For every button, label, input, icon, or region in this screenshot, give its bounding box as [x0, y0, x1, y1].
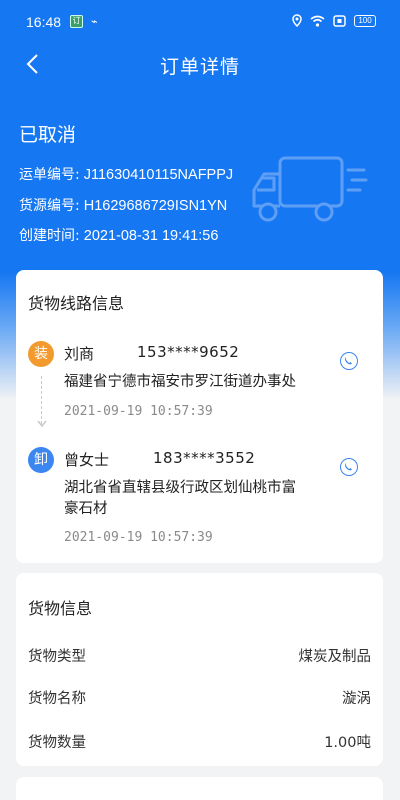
route-connector — [41, 376, 42, 424]
cargo-name-value: 漩涡 — [342, 691, 371, 707]
route-arrow-icon — [37, 420, 47, 428]
sim-icon — [333, 14, 346, 27]
app-notification-icon: 订 — [70, 15, 83, 28]
unload-badge: 卸 — [28, 447, 54, 473]
order-status: 已取消 — [19, 124, 77, 146]
status-time: 16:48 — [26, 14, 62, 30]
truck-icon — [252, 156, 368, 222]
created-value: 2021-08-31 19:41:56 — [83, 228, 219, 244]
unload-phone-icon[interactable] — [340, 458, 358, 476]
next-card — [16, 777, 383, 800]
unload-time: 2021-09-19 10:57:39 — [64, 530, 213, 545]
navbar: 订单详情 — [0, 44, 400, 88]
cargo-type-value: 煤炭及制品 — [298, 649, 372, 665]
unload-address-line1: 湖北省省直辖县级行政区划仙桃市富 — [64, 480, 296, 496]
cargo-name-label: 货物名称 — [28, 691, 86, 707]
load-badge: 装 — [28, 341, 54, 367]
cargo-quantity-label: 货物数量 — [28, 735, 86, 751]
unload-address-line2: 豪石材 — [64, 501, 108, 517]
route-card-title: 货物线路信息 — [28, 294, 125, 313]
battery-icon: 100 — [354, 14, 376, 27]
location-icon — [292, 14, 302, 27]
route-card: 货物线路信息 装 刘商 153****9652 福建省宁德市福安市罗江街道办事处… — [16, 270, 383, 563]
unload-contact-name: 曾女士 — [64, 451, 110, 469]
created-label: 创建时间: — [19, 228, 80, 244]
usb-icon: ⌁ — [91, 14, 98, 28]
load-phone-icon[interactable] — [340, 352, 358, 370]
waybill-label: 运单编号: — [19, 167, 80, 183]
waybill-value: J11630410115NAFPPJ — [83, 167, 234, 183]
created-row: 创建时间: 2021-08-31 19:41:56 — [19, 225, 218, 245]
cargo-card-title: 货物信息 — [28, 599, 93, 618]
waybill-row: 运单编号: J11630410115NAFPPJ — [19, 164, 233, 184]
unload-contact-phone: 183****3552 — [153, 449, 256, 467]
cargo-card: 货物信息 货物类型 煤炭及制品 货物名称 漩涡 货物数量 1.00吨 — [16, 573, 383, 766]
wifi-icon — [310, 15, 325, 27]
status-bar: 16:48 订 ⌁ 100 — [0, 0, 400, 44]
load-address: 福建省宁德市福安市罗江街道办事处 — [64, 374, 296, 390]
page-title: 订单详情 — [159, 56, 240, 78]
source-value: H1629686729ISN1YN — [83, 198, 228, 214]
cargo-type-label: 货物类型 — [28, 649, 86, 665]
load-time: 2021-09-19 10:57:39 — [64, 404, 213, 419]
source-label: 货源编号: — [19, 198, 80, 214]
load-contact-name: 刘商 — [64, 345, 95, 363]
cargo-quantity-value: 1.00吨 — [324, 735, 371, 751]
source-row: 货源编号: H1629686729ISN1YN — [19, 195, 227, 215]
load-contact-phone: 153****9652 — [137, 343, 240, 361]
